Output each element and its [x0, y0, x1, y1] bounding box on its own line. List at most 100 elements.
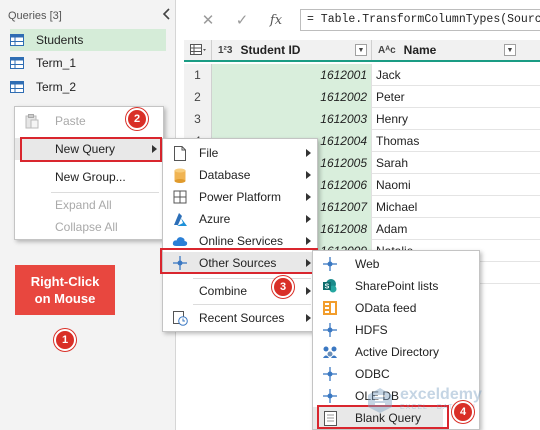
- cell-name[interactable]: Adam: [372, 218, 540, 240]
- recent-sources-icon: [172, 310, 188, 326]
- close-icon[interactable]: ✕: [198, 10, 218, 30]
- active-directory-menu-item[interactable]: Active Directory: [313, 341, 479, 363]
- hdfs-menu-item[interactable]: HDFS: [313, 319, 479, 341]
- new-query-submenu: File Database Power Platform Azure Onlin…: [162, 138, 318, 332]
- paste-icon: [24, 113, 40, 129]
- cell-name[interactable]: Henry: [372, 108, 540, 130]
- table-icon: [10, 57, 24, 69]
- submenu-arrow-icon: [306, 193, 311, 201]
- odata-icon: [322, 300, 338, 316]
- step-badge-3: 3: [272, 276, 294, 298]
- web-icon: [322, 256, 338, 272]
- sharepoint-icon: S: [322, 278, 338, 294]
- column-header-student-id[interactable]: 1²3 Student ID ▼: [212, 40, 372, 60]
- whole-number-type-icon[interactable]: 1²3: [218, 45, 232, 56]
- grid-header: 1²3 Student ID ▼ Aᴬᴄ Name ▼: [184, 40, 540, 62]
- cell-student-id[interactable]: 1612001: [212, 64, 372, 86]
- expand-all-label: Expand All: [55, 198, 112, 212]
- odata-menu-item[interactable]: OData feed: [313, 297, 479, 319]
- web-menu-item[interactable]: Web: [313, 253, 479, 275]
- row-number[interactable]: 2: [184, 86, 212, 108]
- database-label: Database: [199, 168, 251, 182]
- fx-icon[interactable]: fx: [266, 10, 286, 30]
- svg-text:S: S: [325, 284, 330, 291]
- column-header-name[interactable]: Aᴬᴄ Name ▼: [372, 40, 540, 60]
- azure-menu-item[interactable]: Azure: [163, 208, 317, 230]
- table-row: 1 1612001 Jack: [184, 64, 540, 86]
- sharepoint-label: SharePoint lists: [355, 279, 439, 293]
- database-icon: [172, 167, 188, 183]
- step-badge-1: 1: [54, 329, 76, 351]
- cell-name[interactable]: Thomas: [372, 130, 540, 152]
- odbc-label: ODBC: [355, 367, 390, 381]
- azure-label: Azure: [199, 212, 231, 226]
- query-item-term-1[interactable]: Term_1: [10, 52, 166, 74]
- menu-separator: [51, 192, 159, 193]
- cell-student-id[interactable]: 1612003: [212, 108, 372, 130]
- hdfs-icon: [322, 322, 338, 338]
- file-menu-item[interactable]: File: [163, 142, 317, 164]
- step-badge-2: 2: [126, 108, 148, 130]
- column-header-label: Student ID: [240, 43, 301, 57]
- query-item-students[interactable]: Students: [10, 29, 166, 51]
- power-platform-menu-item[interactable]: Power Platform: [163, 186, 317, 208]
- file-label: File: [199, 146, 219, 160]
- submenu-arrow-icon: [306, 171, 311, 179]
- formula-input[interactable]: = Table.TransformColumnTypes(Source,: [300, 9, 540, 31]
- active-directory-icon: [322, 344, 338, 360]
- new-group-label: New Group...: [55, 170, 126, 184]
- query-item-label: Students: [36, 33, 84, 47]
- cell-name[interactable]: Sarah: [372, 152, 540, 174]
- row-number[interactable]: 1: [184, 64, 212, 86]
- online-services-label: Online Services: [199, 234, 284, 248]
- paste-label: Paste: [55, 114, 86, 128]
- submenu-arrow-icon: [306, 237, 311, 245]
- power-platform-icon: [172, 189, 188, 205]
- step-badge-4: 4: [452, 401, 474, 423]
- exceldemy-logo-icon: [368, 388, 392, 413]
- new-query-highlight: [20, 137, 162, 162]
- collapse-all-label: Collapse All: [55, 220, 118, 234]
- cell-name[interactable]: Jack: [372, 64, 540, 86]
- sharepoint-menu-item[interactable]: S SharePoint lists: [313, 275, 479, 297]
- watermark-name: exceldemy: [400, 386, 482, 403]
- new-group-menu-item[interactable]: New Group...: [15, 166, 163, 188]
- filter-dropdown-icon[interactable]: ▼: [355, 44, 367, 56]
- cell-name[interactable]: Peter: [372, 86, 540, 108]
- hdfs-label: HDFS: [355, 323, 388, 337]
- cell-name[interactable]: Naomi: [372, 174, 540, 196]
- query-item-label: Term_1: [36, 56, 77, 70]
- queries-header: Queries [3]: [8, 10, 62, 22]
- query-item-label: Term_2: [36, 80, 77, 94]
- submenu-arrow-icon: [306, 314, 311, 322]
- database-menu-item[interactable]: Database: [163, 164, 317, 186]
- table-icon: [10, 81, 24, 93]
- oledb-icon: [322, 388, 338, 404]
- right-click-callout: Right-Click on Mouse: [15, 265, 115, 315]
- other-sources-highlight: [160, 248, 318, 274]
- expand-all-menu-item[interactable]: Expand All: [15, 194, 163, 216]
- column-header-label: Name: [403, 43, 437, 57]
- odata-label: OData feed: [355, 301, 417, 315]
- odbc-icon: [322, 366, 338, 382]
- file-icon: [172, 145, 188, 161]
- submenu-arrow-icon: [306, 215, 311, 223]
- check-icon[interactable]: ✓: [232, 10, 252, 30]
- query-item-term-2[interactable]: Term_2: [10, 76, 166, 98]
- formula-bar: ✕ ✓ fx = Table.TransformColumnTypes(Sour…: [184, 6, 540, 34]
- menu-separator: [193, 278, 311, 279]
- text-type-icon[interactable]: Aᴬᴄ: [378, 45, 396, 56]
- combine-menu-item[interactable]: Combine: [163, 280, 317, 302]
- collapse-all-menu-item[interactable]: Collapse All: [15, 216, 163, 238]
- recent-sources-menu-item[interactable]: Recent Sources: [163, 307, 317, 329]
- cell-name[interactable]: Michael: [372, 196, 540, 218]
- callout-line-1: Right-Click: [30, 274, 100, 289]
- row-number[interactable]: 3: [184, 108, 212, 130]
- cell-student-id[interactable]: 1612002: [212, 86, 372, 108]
- table-menu-icon[interactable]: [184, 40, 212, 60]
- active-directory-label: Active Directory: [355, 345, 440, 359]
- filter-dropdown-icon[interactable]: ▼: [504, 44, 516, 56]
- table-icon: [10, 34, 24, 46]
- collapse-chevron-icon[interactable]: [160, 7, 174, 21]
- power-platform-label: Power Platform: [199, 190, 282, 204]
